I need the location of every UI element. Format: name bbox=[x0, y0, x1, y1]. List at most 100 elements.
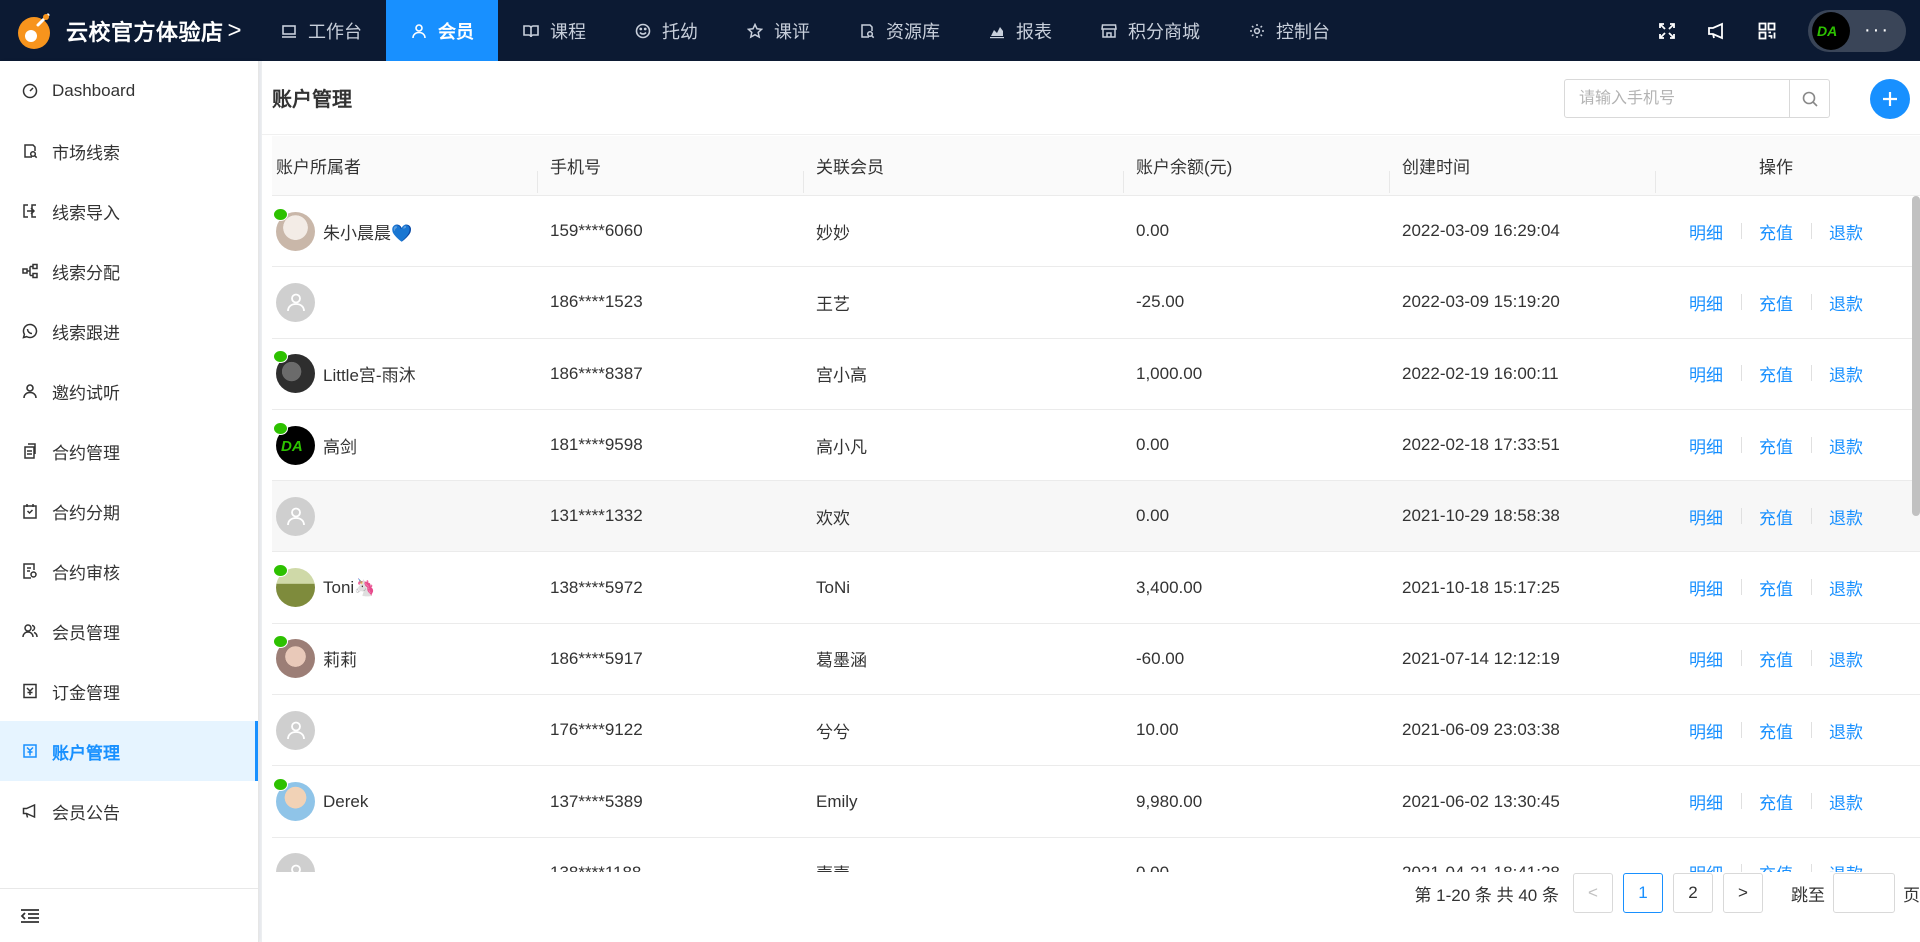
nav-item-2[interactable]: 课程 bbox=[498, 0, 610, 61]
sidebar-item-10[interactable]: 订金管理 bbox=[0, 661, 258, 721]
detail-link[interactable]: 明细 bbox=[1671, 504, 1741, 529]
sidebar-item-12[interactable]: 会员公告 bbox=[0, 781, 258, 841]
cell-phone: 138****5972 bbox=[550, 577, 643, 597]
plus-icon bbox=[1883, 92, 1897, 106]
detail-link[interactable]: 明细 bbox=[1671, 789, 1741, 814]
recharge-link[interactable]: 充值 bbox=[1741, 290, 1811, 315]
cell-owner: 朱小晨晨💙 bbox=[272, 207, 538, 251]
nav-item-1[interactable]: 会员 bbox=[386, 0, 498, 61]
sidebar-item-label: 订金管理 bbox=[52, 683, 120, 703]
sidebar-menu: Dashboard 市场线索 线索导入 线索分配 线索跟进 邀约试听 合约管理 合约分期 合约审… bbox=[0, 61, 258, 841]
table-row[interactable]: 莉莉 186****5917 葛墨涵 -60.00 2021-07-14 12:12:1… bbox=[272, 624, 1920, 696]
recharge-link[interactable]: 充值 bbox=[1741, 361, 1811, 386]
next-page-button[interactable]: > bbox=[1723, 873, 1763, 913]
refund-link[interactable]: 退款 bbox=[1811, 789, 1881, 814]
refund-link[interactable]: 退款 bbox=[1811, 575, 1881, 600]
detail-link[interactable]: 明细 bbox=[1671, 575, 1741, 600]
wechat-icon bbox=[273, 778, 288, 792]
apps-grid-icon[interactable] bbox=[1755, 19, 1779, 43]
table-row[interactable]: 186****1523 王艺 -25.00 2022-03-09 15:19:20 明细… bbox=[272, 267, 1920, 339]
refund-link[interactable]: 退款 bbox=[1811, 860, 1881, 872]
shop-icon bbox=[1100, 22, 1118, 40]
recharge-link[interactable]: 充值 bbox=[1741, 860, 1811, 872]
nav-item-0[interactable]: 工作台 bbox=[256, 0, 386, 61]
table-row[interactable]: Derek 137****5389 Emily 9,980.00 2021-06-02 … bbox=[272, 766, 1920, 838]
col-owner: 账户所属者 bbox=[272, 153, 538, 193]
refund-link[interactable]: 退款 bbox=[1811, 290, 1881, 315]
cell-phone: 181****9598 bbox=[550, 435, 643, 455]
add-account-button[interactable] bbox=[1870, 79, 1910, 119]
sidebar-item-4[interactable]: 线索跟进 bbox=[0, 301, 258, 361]
jump-page-input[interactable] bbox=[1833, 873, 1895, 913]
sidebar-item-0[interactable]: Dashboard bbox=[0, 61, 258, 121]
sidebar-item-9[interactable]: 会员管理 bbox=[0, 601, 258, 661]
sidebar-collapse-button[interactable] bbox=[0, 888, 258, 942]
chat-icon bbox=[22, 323, 38, 339]
page-1-button[interactable]: 1 bbox=[1623, 873, 1663, 913]
sidebar-item-3[interactable]: 线索分配 bbox=[0, 241, 258, 301]
cell-phone: 159****6060 bbox=[550, 221, 643, 241]
detail-link[interactable]: 明细 bbox=[1671, 860, 1741, 872]
cell-created: 2022-02-18 17:33:51 bbox=[1402, 435, 1560, 455]
search-button[interactable] bbox=[1789, 80, 1829, 117]
sidebar-item-2[interactable]: 线索导入 bbox=[0, 181, 258, 241]
nav-item-5[interactable]: 资源库 bbox=[834, 0, 964, 61]
recharge-link[interactable]: 充值 bbox=[1741, 575, 1811, 600]
nav-item-8[interactable]: 控制台 bbox=[1224, 0, 1354, 61]
refund-link[interactable]: 退款 bbox=[1811, 718, 1881, 743]
table-row[interactable]: 131****1332 欢欢 0.00 2021-10-29 18:58:38 明细 充值… bbox=[272, 481, 1920, 553]
table-row[interactable]: Little宫-雨沐 186****8387 宫小高 1,000.00 2022-02-… bbox=[272, 339, 1920, 410]
refund-link[interactable]: 退款 bbox=[1811, 504, 1881, 529]
sidebar-item-8[interactable]: 合约审核 bbox=[0, 541, 258, 601]
detail-link[interactable]: 明细 bbox=[1671, 646, 1741, 671]
recharge-link[interactable]: 充值 bbox=[1741, 504, 1811, 529]
table-body[interactable]: 朱小晨晨💙 159****6060 妙妙 0.00 2022-03-09 16:29:0… bbox=[272, 196, 1920, 872]
nav-item-label: 课评 bbox=[774, 21, 810, 42]
phone-search-input[interactable] bbox=[1565, 80, 1789, 117]
owner-avatar bbox=[276, 853, 315, 872]
recharge-link[interactable]: 充值 bbox=[1741, 646, 1811, 671]
refund-link[interactable]: 退款 bbox=[1811, 361, 1881, 386]
table-scrollbar[interactable] bbox=[1912, 196, 1920, 516]
refund-link[interactable]: 退款 bbox=[1811, 646, 1881, 671]
table-row[interactable]: Toni🦄 138****5972 ToNi 3,400.00 2021-10-18 1… bbox=[272, 552, 1920, 624]
recharge-link[interactable]: 充值 bbox=[1741, 433, 1811, 458]
top-right-tools: DA ··· bbox=[1642, 0, 1906, 61]
brand-logo-icon bbox=[14, 11, 54, 51]
cell-owner bbox=[272, 282, 538, 322]
announcement-icon[interactable] bbox=[1705, 19, 1729, 43]
table-row[interactable]: DA 高剑 181****9598 高小凡 0.00 2022-02-18 17:33:5… bbox=[272, 410, 1920, 482]
refund-link[interactable]: 退款 bbox=[1811, 219, 1881, 244]
col-phone: 手机号 bbox=[538, 153, 804, 193]
detail-link[interactable]: 明细 bbox=[1671, 433, 1741, 458]
detail-link[interactable]: 明细 bbox=[1671, 718, 1741, 743]
sidebar-item-6[interactable]: 合约管理 bbox=[0, 421, 258, 481]
nav-item-3[interactable]: 托幼 bbox=[610, 0, 722, 61]
recharge-link[interactable]: 充值 bbox=[1741, 219, 1811, 244]
prev-page-button[interactable]: < bbox=[1573, 873, 1613, 913]
table-row[interactable]: 176****9122 兮兮 10.00 2021-06-09 23:03:38 明细充… bbox=[272, 695, 1920, 767]
table-row[interactable]: 朱小晨晨💙 159****6060 妙妙 0.00 2022-03-09 16:29:0… bbox=[272, 196, 1920, 268]
table-row[interactable]: 138****1188壹壹0.002021-04-21 18:41:28明细充值… bbox=[272, 838, 1920, 872]
brand[interactable]: 云校官方体验店 > bbox=[0, 0, 256, 61]
sidebar-item-1[interactable]: 市场线索 bbox=[0, 121, 258, 181]
user-menu[interactable]: DA ··· bbox=[1808, 9, 1906, 52]
refund-link[interactable]: 退款 bbox=[1811, 433, 1881, 458]
detail-link[interactable]: 明细 bbox=[1671, 290, 1741, 315]
nav-item-4[interactable]: 课评 bbox=[722, 0, 834, 61]
owner-name: 朱小晨晨💙 bbox=[323, 223, 413, 243]
page-2-button[interactable]: 2 bbox=[1673, 873, 1713, 913]
fullscreen-icon[interactable] bbox=[1655, 19, 1679, 43]
sidebar-item-11[interactable]: 账户管理 bbox=[0, 721, 258, 781]
nav-item-6[interactable]: 报表 bbox=[964, 0, 1076, 61]
recharge-link[interactable]: 充值 bbox=[1741, 718, 1811, 743]
recharge-link[interactable]: 充值 bbox=[1741, 789, 1811, 814]
nav-item-7[interactable]: 积分商城 bbox=[1076, 0, 1224, 61]
sidebar-item-7[interactable]: 合约分期 bbox=[0, 481, 258, 541]
detail-link[interactable]: 明细 bbox=[1671, 361, 1741, 386]
sidebar-item-5[interactable]: 邀约试听 bbox=[0, 361, 258, 421]
brand-switch-chevron-icon[interactable]: > bbox=[228, 18, 242, 43]
file-search-icon bbox=[22, 143, 38, 159]
col-balance: 账户余额(元) bbox=[1124, 153, 1390, 193]
detail-link[interactable]: 明细 bbox=[1671, 219, 1741, 244]
